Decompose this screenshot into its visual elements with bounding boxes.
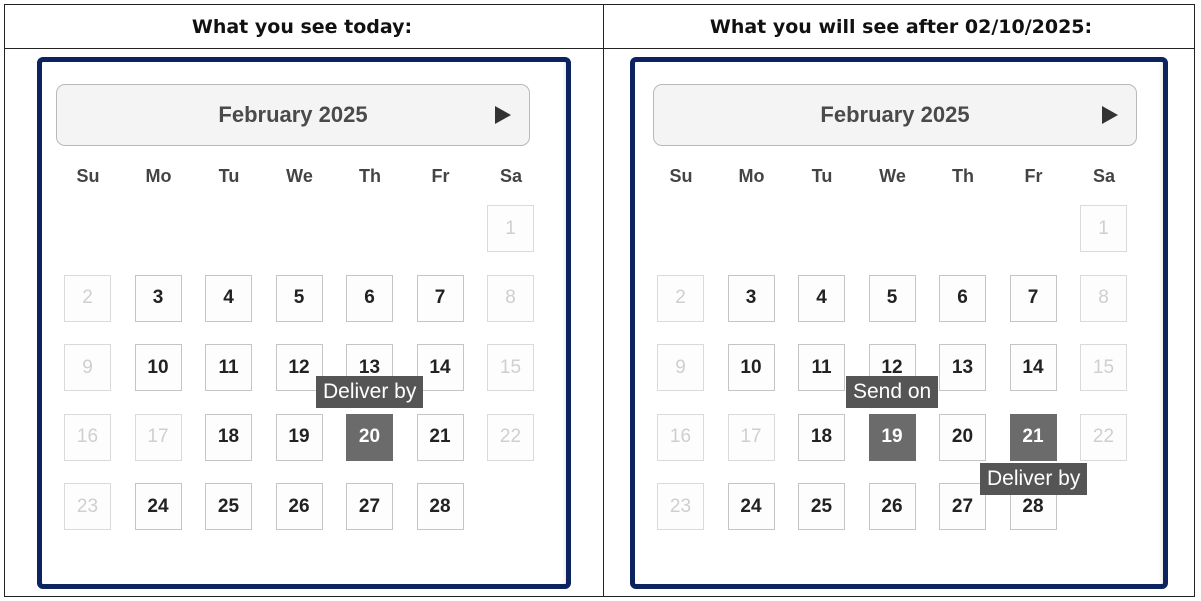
- weekday-label: Th: [952, 166, 974, 186]
- datepicker: February 2025 Su Mo Tu We Th Fr Sa 1 2 3 4 5 6 7 8 9 10…: [635, 62, 1163, 584]
- day-cell[interactable]: 18: [205, 413, 252, 461]
- day-cell[interactable]: 19: [275, 413, 323, 461]
- day-cell[interactable]: 3: [727, 274, 775, 322]
- day-cell[interactable]: 28: [416, 483, 464, 530]
- day-cell: 2: [657, 274, 704, 322]
- weekday-header-row: Su Mo Tu We Th Fr Sa: [657, 166, 1127, 190]
- day-cell[interactable]: 24: [134, 483, 182, 530]
- day-cell[interactable]: 11: [205, 344, 252, 391]
- weekday-label: Tu: [811, 166, 833, 186]
- date-tooltip: Deliver by: [316, 376, 424, 409]
- month-header: February 2025: [653, 84, 1137, 146]
- date-tooltip: Deliver by: [980, 463, 1088, 496]
- weekday-label: Fr: [431, 166, 450, 186]
- frame-edge: [1159, 62, 1163, 584]
- day-cell: 17: [134, 413, 182, 461]
- panel-today: What you see today: February 2025 Su Mo Tu…: [5, 5, 599, 598]
- day-cell: 23: [64, 483, 111, 530]
- datepicker-frame: February 2025 Su Mo Tu We Th Fr Sa 1 2 3 4 5 6 7 8 9 10…: [37, 57, 571, 589]
- day-cell-selected[interactable]: 19: [868, 413, 916, 461]
- datepicker: February 2025 Su Mo Tu We Th Fr Sa 1 2 3 4 5 6 7 8 9 10…: [42, 62, 566, 584]
- weekday-label: Th: [359, 166, 381, 186]
- day-cell[interactable]: 6: [939, 274, 986, 322]
- day-cell: 9: [657, 344, 704, 391]
- day-cell[interactable]: 10: [727, 344, 775, 391]
- day-cell-selected[interactable]: 21: [1009, 413, 1057, 461]
- day-cell: 17: [727, 413, 775, 461]
- day-cell[interactable]: 14: [1009, 344, 1057, 391]
- month-header: February 2025: [56, 84, 530, 146]
- day-cell[interactable]: 25: [205, 483, 252, 530]
- day-cell: 8: [1080, 274, 1127, 322]
- day-cell[interactable]: 24: [727, 483, 775, 530]
- next-month-arrow-icon[interactable]: [1102, 106, 1118, 124]
- weekday-label: Sa: [1092, 166, 1116, 186]
- day-cell[interactable]: 4: [205, 274, 252, 322]
- day-cell: 9: [64, 344, 111, 391]
- day-cell: 23: [657, 483, 704, 530]
- weekday-label: Su: [669, 166, 693, 186]
- day-cell: 22: [487, 413, 534, 461]
- day-cell: 1: [487, 205, 534, 252]
- day-cell[interactable]: 4: [798, 274, 845, 322]
- datepicker-frame: February 2025 Su Mo Tu We Th Fr Sa 1 2 3 4 5 6 7 8 9 10…: [630, 57, 1168, 589]
- day-cell[interactable]: 5: [868, 274, 916, 322]
- day-cell[interactable]: 6: [346, 274, 393, 322]
- day-cell: 8: [487, 274, 534, 322]
- month-label: February 2025: [218, 102, 368, 127]
- date-tooltip: Send on: [846, 376, 939, 409]
- day-cell[interactable]: 27: [346, 483, 393, 530]
- panel-after-date: What you will see after 02/10/2025: Febr…: [604, 5, 1198, 598]
- day-cell: 16: [657, 413, 704, 461]
- day-cell[interactable]: 5: [275, 274, 323, 322]
- weekday-label: We: [879, 166, 906, 186]
- column-header: What you will see after 02/10/2025:: [709, 15, 1093, 38]
- comparison-table: What you see today: February 2025 Su Mo Tu…: [4, 4, 1195, 597]
- day-cell: 15: [1080, 344, 1127, 391]
- weekday-label: Mo: [738, 166, 765, 186]
- weekday-label: Tu: [218, 166, 240, 186]
- day-cell[interactable]: 27: [939, 483, 986, 530]
- weekday-label: Fr: [1024, 166, 1043, 186]
- day-cell[interactable]: 14: [416, 344, 464, 391]
- day-cell: 16: [64, 413, 111, 461]
- day-cell-selected[interactable]: 20: [346, 413, 393, 461]
- column-header: What you see today:: [191, 15, 413, 38]
- weekday-label: Sa: [499, 166, 523, 186]
- day-cell[interactable]: 26: [868, 483, 916, 530]
- day-cell[interactable]: 11: [798, 344, 845, 391]
- day-cell[interactable]: 25: [798, 483, 845, 530]
- weekday-label: Mo: [145, 166, 172, 186]
- weekday-label: Su: [76, 166, 100, 186]
- day-cell[interactable]: 10: [134, 344, 182, 391]
- frame-edge: [562, 62, 566, 584]
- day-cell[interactable]: 21: [416, 413, 464, 461]
- day-cell: 22: [1080, 413, 1127, 461]
- day-cell[interactable]: 7: [416, 274, 464, 322]
- day-cell[interactable]: 18: [798, 413, 845, 461]
- day-cell[interactable]: 7: [1009, 274, 1057, 322]
- day-cell: 1: [1080, 205, 1127, 252]
- day-cell[interactable]: 3: [134, 274, 182, 322]
- next-month-arrow-icon[interactable]: [495, 106, 511, 124]
- day-cell[interactable]: 26: [275, 483, 323, 530]
- day-cell[interactable]: 13: [939, 344, 986, 391]
- month-label: February 2025: [820, 102, 970, 127]
- day-cell: 15: [487, 344, 534, 391]
- day-cell: 2: [64, 274, 111, 322]
- weekday-label: We: [286, 166, 313, 186]
- weekday-header-row: Su Mo Tu We Th Fr Sa: [64, 166, 534, 190]
- day-cell[interactable]: 20: [939, 413, 986, 461]
